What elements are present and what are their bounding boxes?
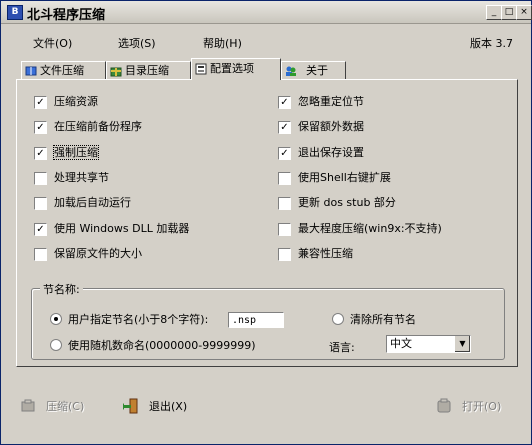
language-label: 语言:: [329, 341, 355, 354]
radio-dot[interactable]: [50, 313, 62, 325]
language-value: 中文: [390, 337, 412, 350]
radio-random-section-name[interactable]: 使用随机数命名(0000000-9999999): [50, 339, 256, 353]
checkbox-box[interactable]: [278, 197, 291, 210]
checkbox-force-compress[interactable]: ✓ 强制压缩: [34, 145, 99, 160]
tab-about[interactable]: 关于: [281, 61, 346, 79]
config-icon: [195, 63, 207, 75]
radio-clear-all-sections[interactable]: 清除所有节名: [332, 313, 416, 327]
checkbox-box[interactable]: [34, 197, 47, 210]
checkbox-windows-dll-loader[interactable]: ✓ 使用 Windows DLL 加载器: [34, 222, 189, 236]
tab-label: 配置选项: [210, 62, 254, 75]
close-button[interactable]: ×: [516, 5, 532, 20]
tab-dir-compress[interactable]: 目录压缩: [106, 61, 191, 79]
checkbox-compress-resources[interactable]: ✓ 压缩资源: [34, 95, 98, 109]
checkbox-keep-file-size[interactable]: 保留原文件的大小: [34, 247, 142, 261]
chevron-down-icon[interactable]: ▼: [454, 336, 470, 352]
version-label: 版本 3.7: [470, 37, 513, 50]
checkbox-compat-compress[interactable]: 兼容性压缩: [278, 247, 353, 261]
section-name-input[interactable]: .nsp: [228, 312, 284, 328]
compress-button[interactable]: 压缩(C): [20, 398, 84, 416]
radio-custom-section-name[interactable]: 用户指定节名(小于8个字符):: [50, 313, 208, 327]
checkbox-max-compression[interactable]: 最大程度压缩(win9x:不支持): [278, 222, 442, 236]
checkbox-auto-run[interactable]: 加载后自动运行: [34, 196, 131, 210]
tab-label: 关于: [306, 64, 328, 77]
checkbox-keep-extra-data[interactable]: ✓ 保留额外数据: [278, 120, 364, 134]
checkbox-save-on-exit[interactable]: ✓ 退出保存设置: [278, 146, 364, 160]
tab-strip: 文件压缩 目录压缩 配置选项 关于: [16, 58, 516, 80]
tab-label: 目录压缩: [125, 64, 169, 77]
maximize-button[interactable]: □: [501, 5, 517, 20]
checkbox-box[interactable]: [278, 248, 291, 261]
tab-file-compress[interactable]: 文件压缩: [21, 61, 106, 79]
menu-file[interactable]: 文件(O): [33, 35, 72, 51]
window-title: 北斗程序压缩: [27, 8, 106, 23]
checkbox-shared-section[interactable]: 处理共享节: [34, 171, 109, 185]
checkbox-box[interactable]: ✓: [278, 147, 291, 160]
checkbox-box[interactable]: ✓: [34, 121, 47, 134]
checkbox-box[interactable]: [34, 248, 47, 261]
checkbox-box[interactable]: ✓: [34, 223, 47, 236]
config-panel: ✓ 压缩资源 ✓ 在压缩前备份程序 ✓ 强制压缩 处理共享节 加载后自动运行 ✓ 使用 …: [16, 79, 518, 367]
minimize-button[interactable]: _: [486, 5, 502, 20]
language-select[interactable]: 中文 ▼: [386, 335, 471, 353]
checkbox-update-dos-stub[interactable]: 更新 dos stub 部分: [278, 196, 396, 210]
open-button[interactable]: 打开(O): [436, 398, 501, 416]
title-bar[interactable]: B 北斗程序压缩 _ □ ×: [1, 1, 532, 24]
menu-options[interactable]: 选项(S): [118, 35, 156, 51]
radio-dot[interactable]: [50, 339, 62, 351]
open-icon: [437, 398, 451, 413]
menu-bar: 文件(O) 选项(S) 帮助(H): [1, 24, 531, 58]
checkbox-box[interactable]: [34, 172, 47, 185]
section-name-group: 节名称: 用户指定节名(小于8个字符): .nsp 使用随机数命名(000000…: [31, 281, 505, 360]
group-legend: 节名称:: [40, 281, 83, 297]
checkbox-backup-before[interactable]: ✓ 在压缩前备份程序: [34, 120, 142, 134]
tab-label: 文件压缩: [40, 64, 84, 77]
checkbox-box[interactable]: [278, 172, 291, 185]
exit-door-icon: [123, 398, 138, 414]
checkbox-box[interactable]: [278, 223, 291, 236]
tab-config-options[interactable]: 配置选项: [191, 58, 281, 80]
radio-dot[interactable]: [332, 313, 344, 325]
checkbox-box[interactable]: ✓: [278, 96, 291, 109]
checkbox-shell-extension[interactable]: 使用Shell右键扩展: [278, 171, 391, 185]
checkbox-ignore-relocation[interactable]: ✓ 忽略重定位节: [278, 95, 364, 109]
exit-button[interactable]: 退出(X): [123, 398, 187, 416]
menu-help[interactable]: 帮助(H): [203, 35, 242, 51]
compress-icon: [21, 399, 35, 412]
checkbox-box[interactable]: ✓: [34, 96, 47, 109]
gift-icon: [110, 67, 122, 77]
checkbox-box[interactable]: ✓: [34, 147, 47, 160]
main-window: B 北斗程序压缩 _ □ × 文件(O) 选项(S) 帮助(H) 版本 3.7 …: [0, 0, 532, 445]
book-icon: [25, 66, 37, 76]
app-icon: B: [7, 5, 23, 20]
checkbox-box[interactable]: ✓: [278, 121, 291, 134]
people-icon: [286, 66, 296, 76]
